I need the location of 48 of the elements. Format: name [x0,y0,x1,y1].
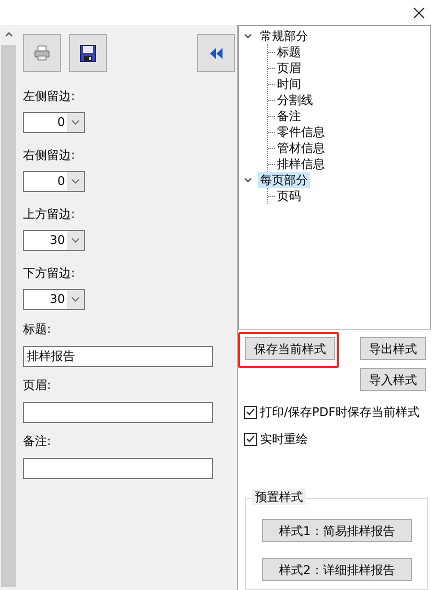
expand-chevron-icon[interactable] [244,178,252,182]
caret-icon [71,179,80,184]
field-label: 标题: [23,321,52,337]
dropdown-field[interactable]: 0 [23,171,85,192]
field-label: 下方留边: [23,265,76,281]
preset-button[interactable]: 样式1：简易排样报告 [262,519,412,542]
tree-item[interactable]: 每页部分 [258,172,310,188]
field-label: 左侧留边: [23,88,76,104]
caret-icon [71,238,80,243]
style-button[interactable]: 导出样式 [360,337,426,360]
style-button[interactable]: 导入样式 [360,368,426,391]
printer-icon [34,45,50,61]
field-label: 右侧留边: [23,147,76,163]
caret-icon [71,297,80,302]
caret-icon [71,120,80,125]
checkbox[interactable] [244,432,257,446]
tree-item[interactable]: 时间 [276,76,302,92]
close-icon[interactable] [413,6,425,18]
tree-item[interactable]: 标题 [276,44,302,60]
save-button[interactable] [69,34,107,72]
field-label: 备注: [23,433,52,449]
checkbox-label: 实时重绘 [260,431,308,447]
tree-item[interactable]: 零件信息 [276,124,326,140]
tree-item[interactable]: 备注 [276,108,302,124]
checkbox-label: 打印/保存PDF时保存当前样式 [260,404,420,420]
dropdown-field[interactable]: 0 [23,112,85,133]
checkbox[interactable] [244,406,257,418]
preset-button[interactable]: 样式2：详细排样报告 [262,558,412,581]
tree-item[interactable]: 页码 [276,188,302,204]
field-label: 页眉: [23,377,52,393]
expand-chevron-icon[interactable] [244,34,252,38]
double-left-arrow-icon [210,48,222,58]
print-button[interactable] [23,34,61,72]
collapse-button[interactable] [197,34,235,72]
tree-item[interactable]: 管材信息 [276,140,326,156]
text-field[interactable] [23,458,213,479]
scroll-up-icon[interactable] [4,32,12,37]
style-button[interactable]: 保存当前样式 [245,337,335,360]
text-field[interactable]: 排样报告 [23,346,213,367]
tree-item[interactable]: 排样信息 [276,156,326,172]
tree-item[interactable]: 常规部分 [258,28,310,44]
dropdown-field[interactable]: 30 [23,289,85,310]
dropdown-field[interactable]: 30 [23,230,85,251]
group-title: 预置样式 [252,489,306,505]
tree-item[interactable]: 页眉 [276,60,302,76]
text-field[interactable] [23,402,213,423]
tree-item[interactable]: 分割线 [276,92,314,108]
field-label: 上方留边: [23,206,76,222]
